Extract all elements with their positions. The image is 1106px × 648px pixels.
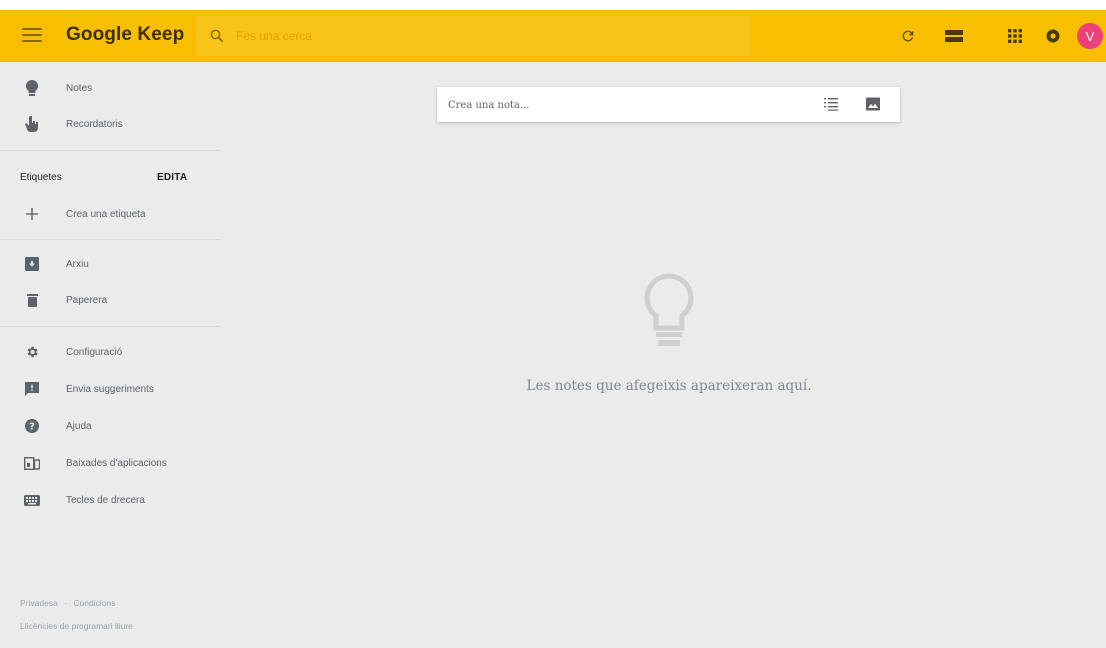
sidebar-item-keyboard-shortcuts[interactable]: Tecles de drecera — [0, 482, 220, 518]
menu-icon[interactable] — [22, 28, 42, 44]
keyboard-icon — [24, 492, 40, 508]
trash-icon — [24, 292, 40, 308]
labels-heading: Etiquetes — [20, 172, 62, 183]
list-view-icon[interactable] — [944, 26, 964, 46]
sidebar-item-archive[interactable]: Arxiu — [0, 246, 220, 282]
devices-icon — [24, 455, 40, 471]
sidebar-item-label: Tecles de drecera — [66, 494, 145, 506]
lightbulb-icon — [644, 273, 694, 346]
sidebar-item-label: Envia suggeriments — [66, 383, 154, 395]
sidebar-item-label: Recordatoris — [66, 118, 123, 130]
sidebar-item-label: Notes — [66, 82, 93, 94]
footer-links: Privadesa · Condicions — [20, 598, 115, 608]
sidebar-item-help[interactable]: ? Ajuda — [0, 408, 220, 444]
sidebar-item-label: Paperera — [66, 294, 108, 306]
top-app-bar: Google Keep V — [0, 10, 1106, 62]
licenses-link[interactable]: Llicències de programari lliure — [20, 621, 133, 631]
divider — [0, 326, 220, 327]
archive-icon — [24, 256, 40, 272]
divider — [0, 239, 220, 240]
sidebar-item-notes[interactable]: Notes — [0, 70, 220, 106]
search-icon[interactable] — [208, 27, 226, 45]
app-brand[interactable]: Google Keep — [66, 24, 184, 46]
sidebar-item-reminders[interactable]: Recordatoris — [0, 106, 220, 142]
sidebar-item-label: Arxiu — [66, 258, 89, 270]
keep-app: Google Keep V — [0, 0, 1106, 648]
navigation-drawer: Notes Recordatoris Etiquetes EDITA Crea … — [0, 62, 220, 648]
gear-icon — [24, 344, 40, 360]
divider — [0, 150, 220, 151]
footer-separator: · — [64, 598, 68, 608]
sidebar-item-label: Baixades d'aplicacions — [66, 457, 167, 469]
take-note-input[interactable] — [448, 96, 808, 114]
sidebar-item-app-downloads[interactable]: Baixades d'aplicacions — [0, 445, 220, 481]
create-label-item[interactable]: Crea una etiqueta — [0, 196, 220, 232]
sidebar-item-label: Ajuda — [66, 420, 92, 432]
svg-text:?: ? — [29, 422, 35, 433]
help-icon: ? — [24, 418, 40, 434]
checklist-icon[interactable] — [823, 96, 839, 112]
apps-grid-icon[interactable] — [1005, 26, 1025, 46]
terms-link[interactable]: Condicions — [73, 598, 115, 608]
plus-icon — [24, 206, 40, 222]
account-avatar[interactable]: V — [1077, 23, 1103, 49]
search-input[interactable] — [236, 24, 736, 48]
notifications-icon[interactable] — [1043, 26, 1063, 46]
take-note-bar[interactable] — [437, 87, 900, 122]
main-content: Les notes que afegeixis apareixeran aquí… — [220, 62, 1106, 648]
empty-state-message: Les notes que afegeixis apareixeran aquí… — [526, 378, 812, 394]
sidebar-item-label: Configuració — [66, 346, 123, 358]
reminder-hand-icon — [24, 116, 40, 132]
sidebar-item-trash[interactable]: Paperera — [0, 282, 220, 318]
search-box[interactable] — [196, 16, 750, 56]
lightbulb-icon — [24, 80, 40, 96]
edit-labels-button[interactable]: EDITA — [157, 172, 187, 183]
refresh-icon[interactable] — [898, 26, 918, 46]
sidebar-item-label: Crea una etiqueta — [66, 208, 146, 220]
feedback-icon — [24, 381, 40, 397]
sidebar-item-settings[interactable]: Configuració — [0, 334, 220, 370]
privacy-link[interactable]: Privadesa — [20, 598, 58, 608]
image-icon[interactable] — [865, 96, 881, 112]
sidebar-item-feedback[interactable]: Envia suggeriments — [0, 371, 220, 407]
